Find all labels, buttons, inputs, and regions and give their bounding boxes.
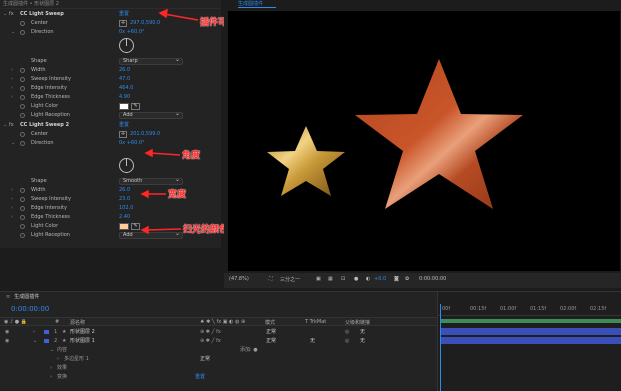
label-color[interactable] xyxy=(44,339,49,343)
composition-panel: 生成圆插件 (47.8%) ⛶ 三分之一 ▣ ▦ ⊡ ● ◐ +0.0 ◙ ✿ … xyxy=(224,0,621,290)
layer-bar[interactable] xyxy=(441,337,621,344)
col-source-name[interactable]: 源名称 xyxy=(70,319,85,326)
layer-name[interactable]: 形状图层 2 xyxy=(70,328,95,336)
expand-arrow-icon[interactable]: › xyxy=(50,373,52,381)
exposure-icon[interactable]: ◐ xyxy=(366,276,370,282)
expand-arrow-icon[interactable]: ⌄ xyxy=(33,337,37,345)
comp-name: 生成圆插件 xyxy=(14,294,40,300)
close-icon[interactable]: ≡ xyxy=(6,294,10,300)
col-parent[interactable]: 父级和链接 xyxy=(345,319,370,326)
timeline-tab[interactable]: ≡ 生成圆插件 xyxy=(6,293,39,302)
color-wheel-icon[interactable]: ✿ xyxy=(405,276,409,282)
col-mode[interactable]: 模式 xyxy=(265,319,275,326)
time-ruler[interactable]: 00f 00:15f 01:00f 01:15f 02:00f 02:15f xyxy=(438,304,621,316)
layer-name[interactable]: 形状图层 1 xyxy=(70,337,95,345)
ruler-tick: 00:15f xyxy=(470,306,487,312)
ruler-tick: 02:15f xyxy=(590,306,607,312)
expand-arrow-icon[interactable]: › xyxy=(57,355,59,363)
timeline-panel: ≡ 生成圆插件 0:00:00:00 ◉ ♪ ● 🔒 # 源名称 ♠ ✱ ╲ fx… xyxy=(0,291,621,391)
annotation-color: 扫光的颜色 xyxy=(183,225,229,235)
parent-pickwhip-icon[interactable]: ◎ xyxy=(345,337,349,345)
visibility-icon[interactable]: ◉ xyxy=(5,337,9,345)
label-color[interactable] xyxy=(44,330,49,334)
reset-link[interactable]: 重置 xyxy=(195,373,205,381)
zoom-dropdown[interactable]: (47.8%) xyxy=(229,276,249,282)
composition-tab[interactable]: 生成圆插件 xyxy=(238,0,276,8)
mode-dropdown[interactable]: 正常 xyxy=(266,328,276,336)
timecode[interactable]: 0:00:00:00 xyxy=(11,305,49,313)
parent-dropdown[interactable]: 无 xyxy=(360,328,365,336)
property-row[interactable]: › 多边星形 1 正常 xyxy=(0,355,437,363)
visibility-icon[interactable]: ◉ xyxy=(5,328,9,336)
col-trkmat[interactable]: T TrkMat xyxy=(305,319,326,325)
resolution-dropdown[interactable]: 三分之一 xyxy=(280,276,300,283)
composition-viewer[interactable] xyxy=(228,11,620,271)
fit-icon[interactable]: ⛶ xyxy=(269,276,273,282)
av-icons: ◉ ♪ ● 🔒 xyxy=(4,319,27,325)
property-row[interactable]: ⌄ 内容 添加: ● xyxy=(0,346,437,354)
layer-row[interactable]: ◉ › 1 ★ 形状图层 2 ⊕ ✱ ╱ fx 正常 ◎ 无 xyxy=(0,328,437,336)
switches-icons[interactable]: ⊕ ✱ ╱ fx xyxy=(200,328,221,336)
add-button[interactable]: 添加: ● xyxy=(240,346,258,354)
parent-dropdown[interactable]: 无 xyxy=(360,337,365,345)
transparency-grid-icon[interactable]: ▦ xyxy=(328,276,333,282)
layer-header: ◉ ♪ ● 🔒 # 源名称 ♠ ✱ ╲ fx ▣ ◐ ◍ ⊕ 模式 T TrkM… xyxy=(0,317,437,326)
region-icon[interactable]: ▣ xyxy=(316,276,321,282)
orange-star xyxy=(355,59,523,209)
timeline-graph[interactable]: 00f 00:15f 01:00f 01:15f 02:00f 02:15f xyxy=(437,292,621,391)
mode-dropdown[interactable]: 正常 xyxy=(266,337,276,345)
layer-row[interactable]: ◉ ⌄ 2 ★ 形状图层 1 ⊕ ✱ ╱ fx 正常 无 ◎ 无 xyxy=(0,337,437,345)
ruler-tick: 00f xyxy=(442,306,451,312)
property-label: 多边星形 1 xyxy=(64,356,89,362)
layer-num: 2 xyxy=(54,338,58,344)
expand-arrow-icon[interactable]: › xyxy=(33,328,35,336)
expand-arrow-icon[interactable]: › xyxy=(50,364,52,372)
channel-icon[interactable]: ● xyxy=(354,276,358,282)
expand-arrow-icon[interactable]: ⌄ xyxy=(50,346,54,354)
switches-icons: ♠ ✱ ╲ fx ▣ ◐ ◍ ⊕ xyxy=(200,319,246,325)
ruler-tick: 02:00f xyxy=(560,306,577,312)
gold-star xyxy=(267,126,345,196)
trkmat-dropdown[interactable]: 无 xyxy=(310,337,315,345)
property-row[interactable]: › 变换 重置 xyxy=(0,373,437,381)
layer-num: 1 xyxy=(54,329,58,335)
label-icon: # xyxy=(55,319,60,325)
current-time[interactable]: 0:00:00:00 xyxy=(419,276,446,282)
layer-bar[interactable] xyxy=(441,328,621,335)
ruler-tick: 01:15f xyxy=(530,306,547,312)
property-label: 内容 xyxy=(57,347,68,353)
mode-dropdown[interactable]: 正常 xyxy=(200,355,210,363)
property-label: 变换 xyxy=(57,374,68,380)
annotation-width: 宽度 xyxy=(168,190,187,200)
stars-render xyxy=(267,59,523,209)
property-row[interactable]: › 效果 xyxy=(0,364,437,372)
exposure-value[interactable]: +0.0 xyxy=(374,276,386,282)
playhead[interactable] xyxy=(440,304,441,391)
switches-icons[interactable]: ⊕ ✱ ╱ fx xyxy=(200,337,221,345)
snapshot-icon[interactable]: ◙ xyxy=(394,276,399,282)
parent-pickwhip-icon[interactable]: ◎ xyxy=(345,328,349,336)
work-area-bar[interactable] xyxy=(441,319,621,323)
annotation-angle: 角度 xyxy=(182,151,201,161)
property-label: 效果 xyxy=(57,365,68,371)
camera-icon[interactable]: ⊡ xyxy=(341,276,345,282)
star-icon: ★ xyxy=(62,329,67,335)
ruler-tick: 01:00f xyxy=(500,306,517,312)
star-icon: ★ xyxy=(62,338,67,344)
composition-toolbar: (47.8%) ⛶ 三分之一 ▣ ▦ ⊡ ● ◐ +0.0 ◙ ✿ 0:00:0… xyxy=(224,273,621,288)
